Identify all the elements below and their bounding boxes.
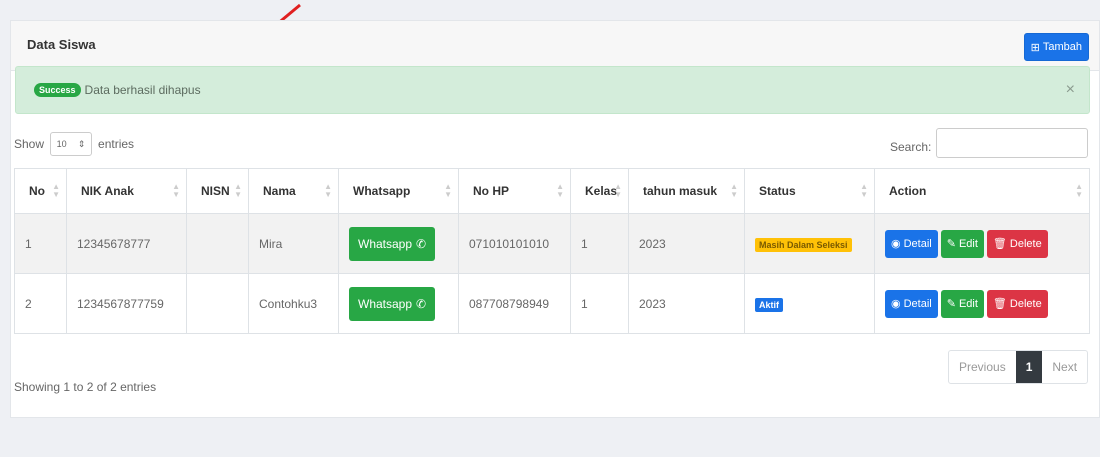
- eye-icon: ◉: [891, 298, 901, 310]
- sort-icon: ▲ ▼: [1075, 182, 1083, 199]
- column-header[interactable]: Status ▲ ▼: [744, 168, 875, 214]
- add-icon: ⊞: [1030, 41, 1040, 54]
- table-row: 2 1234567877759 Contohku3 Whatsapp ✆ 0877…: [14, 273, 1090, 334]
- card-header: Data Siswa ⊞ Tambah: [11, 21, 1099, 71]
- previous-button[interactable]: Previous: [949, 351, 1016, 383]
- column-header[interactable]: NIK Anak ▲ ▼: [66, 168, 187, 214]
- sort-icon: ▲ ▼: [860, 182, 868, 199]
- sort-icon: ▲ ▼: [234, 182, 242, 199]
- close-icon[interactable]: ×: [1066, 81, 1075, 99]
- whatsapp-icon: ✆: [416, 296, 427, 311]
- whatsapp-icon: ✆: [416, 236, 427, 251]
- trash-icon: 🗑: [992, 298, 1007, 310]
- sort-icon: ▲ ▼: [172, 182, 180, 199]
- length-control: Show 10 ⇕ entries: [14, 132, 134, 156]
- edit-button[interactable]: ✎ Edit: [940, 289, 984, 318]
- table-info: Showing 1 to 2 of 2 entries: [14, 380, 157, 394]
- detail-button[interactable]: ◉ Detail: [885, 229, 938, 258]
- column-header[interactable]: Action ▲ ▼: [874, 168, 1090, 214]
- column-header[interactable]: Kelas ▲ ▼: [570, 168, 629, 214]
- edit-icon: ✎: [946, 298, 956, 310]
- detail-button[interactable]: ◉ Detail: [885, 289, 938, 318]
- sort-icon: ▲ ▼: [324, 182, 332, 199]
- next-button[interactable]: Next: [1042, 351, 1087, 383]
- alert-message: Data berhasil dihapus: [84, 83, 201, 97]
- sort-icon: ▲ ▼: [730, 182, 738, 199]
- status-badge: Aktif: [755, 297, 783, 312]
- delete-button[interactable]: 🗑 Delete: [986, 289, 1048, 318]
- column-header[interactable]: Nama ▲ ▼: [248, 168, 339, 214]
- pagination: Previous 1 Next: [948, 350, 1089, 384]
- column-header[interactable]: Whatsapp ▲ ▼: [338, 168, 459, 214]
- page-title: Data Siswa: [27, 37, 96, 52]
- search-label: Search:: [890, 140, 932, 154]
- sort-icon: ▲ ▼: [614, 182, 622, 199]
- edit-icon: ✎: [946, 238, 956, 250]
- success-badge: Success: [34, 83, 81, 97]
- column-header[interactable]: NISN ▲ ▼: [186, 168, 249, 214]
- search-input[interactable]: [936, 128, 1088, 158]
- success-alert: Success Data berhasil dihapus ×: [15, 66, 1090, 114]
- tambah-button[interactable]: ⊞ Tambah: [1023, 33, 1089, 61]
- entries-select[interactable]: 10 ⇕: [50, 132, 93, 156]
- sort-icon: ▲ ▼: [444, 182, 452, 199]
- whatsapp-button[interactable]: Whatsapp ✆: [349, 286, 436, 321]
- trash-icon: 🗑: [992, 238, 1007, 250]
- column-header[interactable]: No ▲ ▼: [14, 168, 67, 214]
- status-badge: Masih Dalam Seleksi: [755, 237, 852, 252]
- table-row: 1 12345678777 Mira Whatsapp ✆ 07101010101…: [14, 213, 1090, 274]
- column-header[interactable]: No HP ▲ ▼: [458, 168, 571, 214]
- siswa-table: No ▲ ▼ NIK Anak ▲ ▼ NISN ▲ ▼ Nama ▲ ▼ Whatsapp ▲ ▼…: [14, 168, 1090, 334]
- whatsapp-button[interactable]: Whatsapp ✆: [349, 226, 436, 261]
- column-header[interactable]: tahun masuk ▲ ▼: [628, 168, 745, 214]
- delete-button[interactable]: 🗑 Delete: [986, 229, 1048, 258]
- edit-button[interactable]: ✎ Edit: [940, 229, 984, 258]
- sort-arrows-icon: ⇕: [77, 138, 86, 149]
- eye-icon: ◉: [891, 238, 901, 250]
- sort-icon: ▲ ▼: [52, 182, 60, 199]
- page-1-button[interactable]: 1: [1015, 351, 1043, 383]
- sort-icon: ▲ ▼: [556, 182, 564, 199]
